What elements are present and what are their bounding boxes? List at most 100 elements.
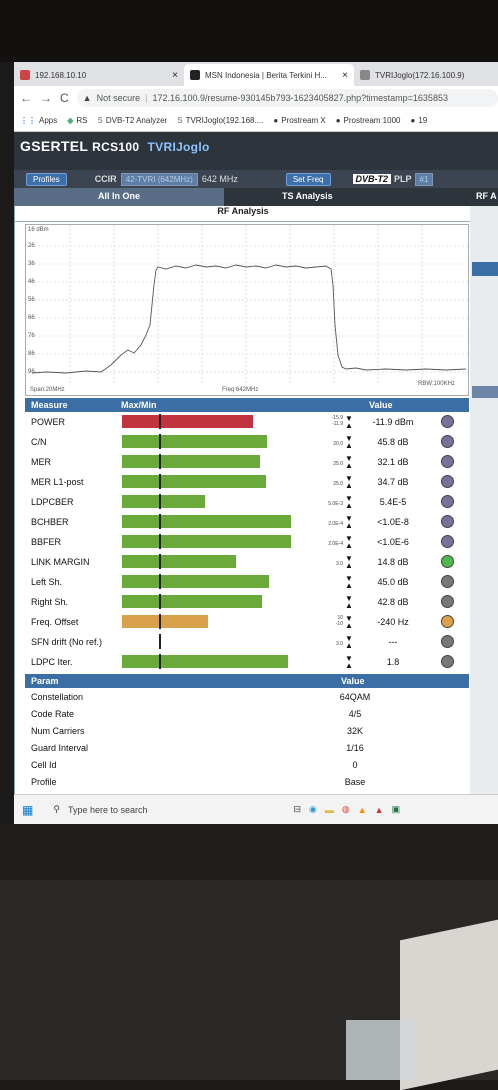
param-row: Num Carriers 32K [25, 722, 469, 739]
threshold-arrows-icon[interactable]: ▼ ▲ [345, 415, 353, 430]
measure-rows: POWER -15.9 -11.9 ▼ ▲ -11.9 dBm C/N 20.0 ▼ ▲ 45.8 … [25, 412, 469, 672]
status-led [441, 435, 454, 448]
y-tick-label: 86 [28, 351, 35, 357]
bookmark-tvri[interactable]: S TVRIJoglo(192.168.... [177, 116, 263, 125]
y-tick-label: 46 [28, 279, 35, 285]
measure-value: 45.0 dB [377, 577, 409, 587]
tab-2[interactable]: MSN Indonesia | Berita Terkini H... × [184, 64, 354, 86]
frequency-label: 642 MHz [201, 174, 238, 184]
excel-icon[interactable]: ▣ [392, 804, 401, 815]
level-bar [122, 575, 269, 588]
tab-all-in-one[interactable]: All In One [14, 188, 224, 206]
status-led [441, 555, 454, 568]
level-bar [122, 595, 262, 608]
tab-ts-analysis[interactable]: TS Analysis [282, 191, 333, 201]
level-bar [122, 415, 253, 428]
taskbar-search[interactable]: Type here to search [68, 805, 148, 815]
threshold-arrows-icon[interactable]: ▼ ▲ [345, 655, 353, 670]
threshold-arrows-icon[interactable]: ▼ ▲ [345, 535, 353, 550]
bookmark-19[interactable]: ● 19 [410, 116, 427, 125]
y-tick-label: 76 [28, 333, 35, 339]
channel-select[interactable]: 42-TVRI (642MHz) [120, 172, 198, 186]
threshold-arrows-icon[interactable]: ▼ ▲ [345, 515, 353, 530]
windows-taskbar: ▦ ⚲ Type here to search ⊟ ◉ ▬ ◍ ▲ ▲ ▣ [14, 794, 498, 824]
freq-label: Freq:642MHz [222, 387, 259, 393]
status-led [441, 635, 454, 648]
level-bar [122, 655, 288, 668]
bookmark-prostream-1000[interactable]: ● Prostream 1000 [336, 116, 401, 125]
tab-label: 192.168.10.10 [35, 70, 87, 80]
status-led [441, 515, 454, 528]
folder-icon[interactable]: ▬ [325, 805, 334, 815]
measure-value: -11.9 dBm [372, 417, 414, 427]
back-icon[interactable]: ← [20, 91, 32, 105]
threshold-arrows-icon[interactable]: ▼ ▲ [345, 475, 353, 490]
measure-row: BBFER 2.0E-4 ▼ ▲ <1.0E-6 [25, 532, 469, 552]
threshold-arrows-icon[interactable]: ▼ ▲ [345, 595, 353, 610]
view-tabs: All In One TS Analysis RF A [14, 188, 498, 206]
profiles-button[interactable]: Profiles [26, 172, 67, 186]
search-icon[interactable]: ⚲ [53, 804, 60, 815]
marker-tick [159, 474, 161, 489]
edge-icon[interactable]: ◉ [309, 804, 317, 815]
y-tick-label: 36 [28, 261, 35, 267]
spectrum-svg [26, 225, 470, 385]
measure-name: Left Sh. [31, 577, 63, 587]
marker-tick [159, 634, 161, 649]
tab-3[interactable]: TVRIJoglo(172.16.100.9) [354, 64, 494, 86]
dvb-badge: DVB-T2 [352, 174, 392, 184]
forward-icon[interactable]: → [40, 91, 52, 105]
threshold-arrows-icon[interactable]: ▼ ▲ [345, 575, 353, 590]
measure-row: Left Sh. ▼ ▲ 45.0 dB [25, 572, 469, 592]
measure-value: 32.1 dB [377, 457, 409, 467]
measure-row: Freq. Offset 10 -10 ▼ ▲ -240 Hz [25, 612, 469, 632]
marker-tick [159, 594, 161, 609]
reload-icon[interactable]: C [60, 91, 69, 105]
param-value: 0 [352, 760, 358, 770]
tab-rf[interactable]: RF A [476, 191, 497, 201]
threshold-arrows-icon[interactable]: ▼ ▲ [345, 435, 353, 450]
marker-tick [159, 574, 161, 589]
bookmark-rs[interactable]: ◈ RS [67, 116, 87, 125]
param-row: Guard Interval 1/16 [25, 739, 469, 756]
warning-icon: ▲ [82, 93, 92, 103]
measure-row: BCHBER 2.0E-4 ▼ ▲ <1.0E-8 [25, 512, 469, 532]
status-led [441, 415, 454, 428]
set-freq-button[interactable]: Set Freq [285, 172, 331, 186]
app-toolbar: Profiles CCIR 42-TVRI (642MHz) 642 MHz S… [14, 170, 498, 188]
param-rows: Constellation 64QAM Code Rate 4/5 Num Carrie… [25, 688, 469, 790]
measure-name: Right Sh. [31, 597, 69, 607]
threshold-arrows-icon[interactable]: ▼ ▲ [345, 615, 353, 630]
plp-select[interactable]: #1 [414, 172, 434, 186]
vlc-icon[interactable]: ▲ [358, 805, 367, 815]
page-icon [20, 70, 30, 80]
bookmark-dvb[interactable]: S DVB-T2 Analyzer [98, 116, 168, 125]
level-bar [122, 435, 267, 448]
windows-start-icon[interactable]: ▦ [22, 803, 33, 817]
url-field[interactable]: ▲ Not secure | 172.16.100.9/resume-93014… [76, 89, 498, 107]
threshold-arrows-icon[interactable]: ▼ ▲ [345, 555, 353, 570]
tab-1[interactable]: 192.168.10.10 × [14, 64, 184, 86]
measure-value: 34.7 dB [377, 477, 409, 487]
bookmarks-bar: ⋮⋮ Apps ◈ RS S DVB-T2 Analyzer S TVRIJoglo(1… [14, 110, 498, 132]
app-icon[interactable]: ▲ [375, 805, 384, 815]
maxmin-values [321, 655, 343, 661]
threshold-arrows-icon[interactable]: ▼ ▲ [345, 635, 353, 650]
close-icon[interactable]: × [342, 70, 348, 81]
globe-icon: ◈ [67, 116, 74, 125]
measure-row: LDPCBER 5.0E-3 ▼ ▲ 5.4E-5 [25, 492, 469, 512]
status-led [441, 535, 454, 548]
measure-value: 1.8 [386, 657, 400, 667]
threshold-arrows-icon[interactable]: ▼ ▲ [345, 455, 353, 470]
level-bar [122, 495, 205, 508]
close-icon[interactable]: × [172, 70, 178, 81]
param-value: Base [344, 777, 366, 787]
rbw-label: RBW:100KHz [418, 381, 455, 387]
bookmark-apps[interactable]: ⋮⋮ Apps [20, 116, 57, 125]
bookmark-prostream-x[interactable]: ● Prostream X [273, 116, 325, 125]
chrome-icon[interactable]: ◍ [342, 804, 350, 815]
task-view-icon[interactable]: ⊟ [293, 804, 301, 815]
maxmin-values: 10 -10 [335, 615, 343, 627]
measure-value: 45.8 dB [377, 437, 409, 447]
threshold-arrows-icon[interactable]: ▼ ▲ [345, 495, 353, 510]
